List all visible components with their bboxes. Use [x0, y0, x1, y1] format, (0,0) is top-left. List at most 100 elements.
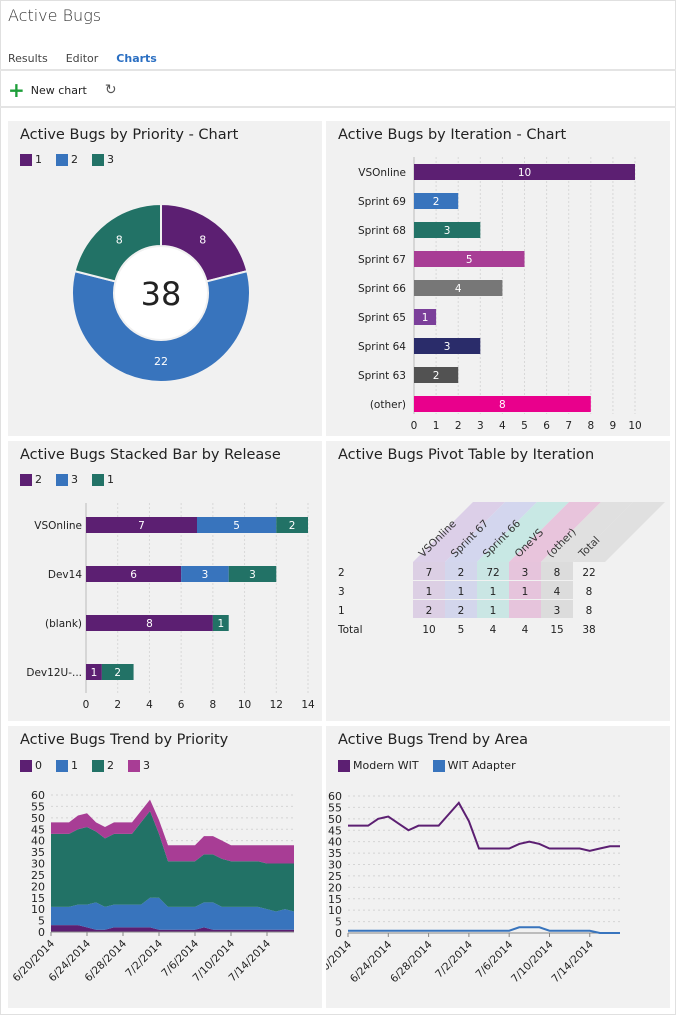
- x-tick-label: 6: [543, 420, 550, 432]
- x-tick-label: 10: [628, 420, 641, 432]
- chart-panel-priority-trend[interactable]: Active Bugs Trend by Priority 0123 0 5 10 1…: [8, 726, 322, 1008]
- x-tick-label: 7/2/2014: [433, 938, 475, 980]
- y-tick-label: Sprint 63: [358, 370, 406, 382]
- y-tick-label: Dev12U-...: [26, 667, 82, 679]
- area-trend-line-chart: 0510152025303540455055606/20/20146/24/20…: [326, 790, 620, 985]
- y-tick-label: 25: [31, 869, 45, 882]
- table-cell: 2: [458, 567, 465, 579]
- bar-label: 1: [217, 618, 224, 630]
- y-tick-label: Sprint 69: [358, 196, 406, 208]
- y-tick-label: 0: [38, 926, 45, 939]
- y-tick-label: 55: [31, 800, 45, 813]
- y-tick-label: 20: [328, 881, 342, 894]
- y-tick-label: 35: [328, 847, 342, 860]
- chart-panel-area-trend[interactable]: Active Bugs Trend by Area Modern WIT WIT …: [326, 726, 670, 1008]
- bar-label: 3: [249, 569, 256, 581]
- x-tick-label: 7: [565, 420, 572, 432]
- y-tick-label: 5: [335, 916, 342, 929]
- toolbar: + New chart ↻: [8, 78, 117, 102]
- table-cell: 15: [550, 624, 563, 636]
- bar-label: 5: [466, 254, 473, 266]
- y-tick-label: 0: [335, 927, 342, 940]
- y-tick-label: 10: [328, 904, 342, 917]
- bar-label: 3: [202, 569, 209, 581]
- table-cell: 10: [422, 624, 435, 636]
- table-cell: 4: [554, 586, 561, 598]
- table-cell: 8: [586, 605, 593, 617]
- bar-label: 8: [146, 618, 153, 630]
- row-header: 2: [338, 567, 345, 579]
- row-header: Total: [337, 624, 363, 636]
- x-tick-label: 7/10/2014: [509, 938, 556, 985]
- x-tick-label: 7/14/2014: [549, 938, 596, 985]
- tab-bar: Results Editor Charts: [8, 52, 157, 65]
- new-chart-label: New chart: [30, 83, 87, 97]
- priority-trend-area-chart: 0510152025303540455055606/20/20146/24/20…: [11, 789, 294, 984]
- tab-charts[interactable]: Charts: [116, 52, 157, 65]
- divider: [0, 106, 676, 108]
- chart-panel-iteration[interactable]: Active Bugs by Iteration - Chart 0123456…: [326, 121, 670, 436]
- bar-label: 8: [499, 399, 506, 411]
- x-tick-label: 6: [178, 699, 185, 711]
- table-cell: 5: [458, 624, 465, 636]
- y-tick-label: 45: [328, 824, 342, 837]
- new-chart-button[interactable]: + New chart: [8, 78, 87, 102]
- y-tick-label: 45: [31, 823, 45, 836]
- donut-chart: 8 22 8 38: [71, 202, 251, 383]
- x-tick-label: 6/28/2014: [388, 938, 435, 985]
- table-cell: 2: [458, 605, 465, 617]
- bar-label: 2: [433, 370, 440, 382]
- y-tick-label: 55: [328, 801, 342, 814]
- y-tick-label: 50: [31, 812, 45, 825]
- x-tick-label: 10: [238, 699, 251, 711]
- y-tick-label: 40: [328, 836, 342, 849]
- slice-label: 8: [199, 233, 206, 246]
- table-cell: 3: [522, 567, 529, 579]
- table-cell: 4: [490, 624, 497, 636]
- y-tick-label: 40: [31, 835, 45, 848]
- slice-label: 8: [116, 233, 123, 246]
- refresh-icon[interactable]: ↻: [105, 82, 117, 98]
- table-cell: 22: [582, 567, 595, 579]
- y-tick-label: 35: [31, 846, 45, 859]
- table-cell: 1: [490, 605, 497, 617]
- y-tick-label: 25: [328, 870, 342, 883]
- divider: [0, 69, 676, 71]
- y-tick-label: Sprint 68: [358, 225, 406, 237]
- tab-editor[interactable]: Editor: [66, 52, 99, 65]
- x-tick-label: 14: [301, 699, 315, 711]
- bar-label: 3: [444, 341, 451, 353]
- bar-label: 7: [138, 520, 145, 532]
- x-tick-label: 6/24/2014: [348, 938, 395, 985]
- table-cell: 38: [582, 624, 595, 636]
- chart-panel-priority[interactable]: Active Bugs by Priority - Chart 123 8 22 8…: [8, 121, 322, 436]
- table-cell: 8: [554, 567, 561, 579]
- table-cell-bg: [509, 600, 541, 618]
- x-tick-label: 4: [146, 699, 153, 711]
- x-tick-label: 8: [210, 699, 217, 711]
- table-cell: 2: [426, 605, 433, 617]
- row-header: 1: [338, 605, 345, 617]
- table-cell: 4: [522, 624, 529, 636]
- row-header: 3: [338, 586, 345, 598]
- table-cell: 3: [554, 605, 561, 617]
- donut-total: 38: [141, 275, 182, 313]
- bar-label: 1: [422, 312, 429, 324]
- y-tick-label: Dev14: [48, 569, 82, 581]
- bar-label: 2: [433, 196, 440, 208]
- bar-label: 2: [289, 520, 296, 532]
- y-tick-label: 60: [328, 790, 342, 803]
- line-series: [348, 926, 620, 934]
- page-title: Active Bugs: [8, 6, 102, 25]
- y-tick-label: (other): [370, 399, 406, 411]
- y-tick-label: Sprint 67: [358, 254, 406, 266]
- tab-results[interactable]: Results: [8, 52, 48, 65]
- x-tick-label: 2: [455, 420, 462, 432]
- bar-label: 2: [114, 667, 121, 679]
- chart-panel-release[interactable]: Active Bugs Stacked Bar by Release 231 0…: [8, 441, 322, 721]
- plus-icon: +: [8, 78, 25, 102]
- y-tick-label: 60: [31, 789, 45, 802]
- table-cell: 1: [522, 586, 529, 598]
- chart-panel-pivot[interactable]: Active Bugs Pivot Table by Iteration VSO…: [326, 441, 670, 721]
- y-tick-label: 10: [31, 903, 45, 916]
